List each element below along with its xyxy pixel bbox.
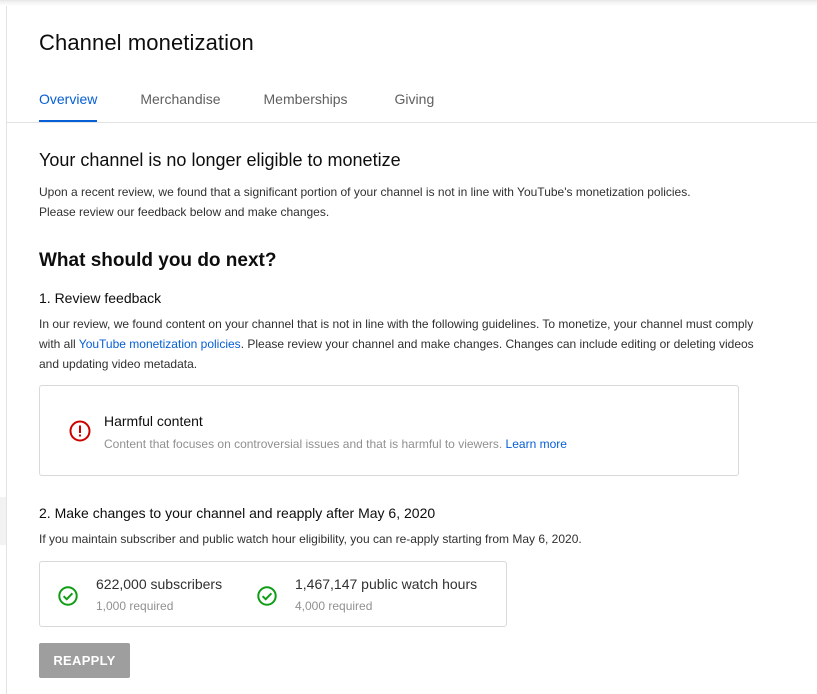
error-icon [69,420,91,442]
eligibility-stats: 622,000 subscribers 1,000 required 1,467… [39,561,507,627]
tab-bar: Overview Merchandise Memberships Giving [39,88,434,122]
step2-text: If you maintain subscriber and public wa… [39,532,582,546]
feedback-card: Harmful content Content that focuses on … [39,385,739,476]
step1-title: 1. Review feedback [39,290,162,306]
step1-text: In our review, we found content on your … [39,314,759,374]
check-circle-icon [58,586,78,606]
page-title: Channel monetization [39,30,254,55]
tabs-divider [6,122,817,123]
tab-overview[interactable]: Overview [39,88,98,122]
feedback-description: Content that focuses on controversial is… [104,437,567,451]
feedback-description-text: Content that focuses on controversial is… [104,437,503,451]
left-edge-marker [0,497,6,545]
status-description: Upon a recent review, we found that a si… [39,185,691,219]
subscribers-requirement: 1,000 required [96,599,174,613]
tab-memberships[interactable]: Memberships [264,88,348,122]
watch-hours-value: 1,467,147 public watch hours [295,576,478,592]
watch-hours-stat: 1,467,147 public watch hours 4,000 requi… [240,562,506,626]
status-heading: Your channel is no longer eligible to mo… [39,150,401,170]
subscribers-value: 622,000 subscribers [96,576,223,592]
subscribers-stat: 622,000 subscribers 1,000 required [40,562,240,626]
top-shadow [0,0,817,6]
monetization-policies-link[interactable]: YouTube monetization policies [79,337,241,351]
check-circle-icon [257,586,277,606]
tab-giving[interactable]: Giving [395,88,435,122]
learn-more-link[interactable]: Learn more [506,437,567,451]
step2-title: 2. Make changes to your channel and reap… [39,505,436,521]
feedback-title: Harmful content [104,413,203,429]
left-divider [6,6,7,694]
next-steps-heading: What should you do next? [39,250,277,271]
reapply-button[interactable]: REAPPLY [39,643,130,678]
tab-merchandise[interactable]: Merchandise [140,88,220,122]
watch-hours-requirement: 4,000 required [295,599,373,613]
